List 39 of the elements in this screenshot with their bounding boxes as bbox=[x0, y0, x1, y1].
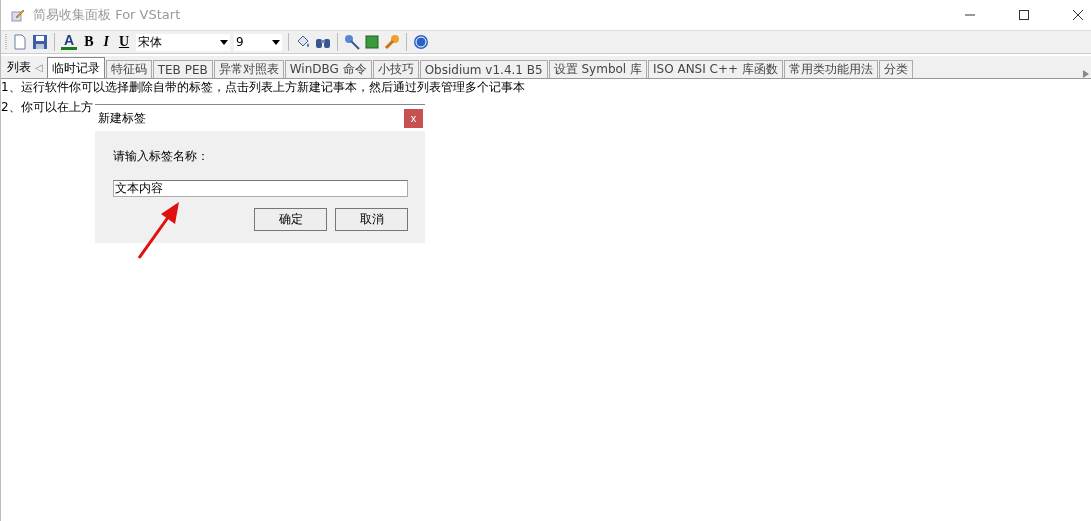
tab[interactable]: 临时记录 bbox=[46, 57, 105, 78]
close-button[interactable]: x bbox=[404, 108, 423, 128]
tab[interactable]: 设置 Symbol 库 bbox=[548, 60, 647, 78]
caret-icon bbox=[220, 39, 229, 45]
caret-icon bbox=[272, 39, 281, 45]
tab[interactable]: 分类 bbox=[878, 60, 913, 78]
input-field[interactable]: 文本内容 bbox=[113, 180, 408, 197]
app-icon bbox=[11, 8, 25, 22]
tab[interactable]: Obsidium v1.4.1 B5 bbox=[419, 60, 548, 78]
text-line: 2、你可以在上方 bbox=[1, 99, 93, 116]
scroll-right-icon[interactable] bbox=[1083, 70, 1089, 78]
save-icon[interactable] bbox=[32, 34, 48, 50]
dialog-button[interactable]: 确定 bbox=[254, 208, 327, 231]
list-label: 列表 bbox=[7, 58, 31, 76]
italic-button[interactable]: I bbox=[100, 34, 112, 50]
text-line: 1、运行软件你可以选择删除自带的标签，点击列表上方新建记事本，然后通过列表管理多个记事本 bbox=[1, 79, 525, 96]
tab[interactable]: WinDBG 命令 bbox=[284, 60, 372, 78]
tab[interactable]: 特征码 bbox=[105, 60, 152, 78]
maximize-icon[interactable] bbox=[1019, 10, 1029, 20]
new-document-icon[interactable] bbox=[12, 34, 28, 50]
underline-button[interactable]: U bbox=[115, 34, 133, 50]
grip-icon bbox=[5, 33, 8, 51]
bold-button[interactable]: B bbox=[81, 34, 97, 50]
dialog-button[interactable]: 取消 bbox=[335, 208, 408, 231]
tab[interactable]: 常用类功能用法 bbox=[783, 60, 878, 78]
tab[interactable]: 异常对照表 bbox=[213, 60, 284, 78]
tab[interactable]: 小技巧 bbox=[372, 60, 419, 78]
font-color-button[interactable]: A bbox=[61, 34, 78, 50]
square-icon[interactable] bbox=[364, 34, 381, 50]
prompt-label: 请输入标签名称： bbox=[113, 148, 210, 165]
wrench-icon[interactable] bbox=[384, 34, 401, 50]
close-icon[interactable] bbox=[1073, 10, 1083, 20]
window-title: 简易收集面板 For VStart bbox=[33, 6, 181, 24]
tab[interactable]: TEB PEB bbox=[152, 60, 213, 78]
tab[interactable]: ISO ANSI C++ 库函数 bbox=[648, 60, 783, 78]
paint-bucket-icon[interactable] bbox=[295, 34, 312, 50]
dialog-title: 新建标签 bbox=[98, 109, 146, 127]
size-dropdown[interactable]: 9 bbox=[234, 33, 283, 51]
font-dropdown[interactable]: 宋体 bbox=[136, 33, 231, 51]
